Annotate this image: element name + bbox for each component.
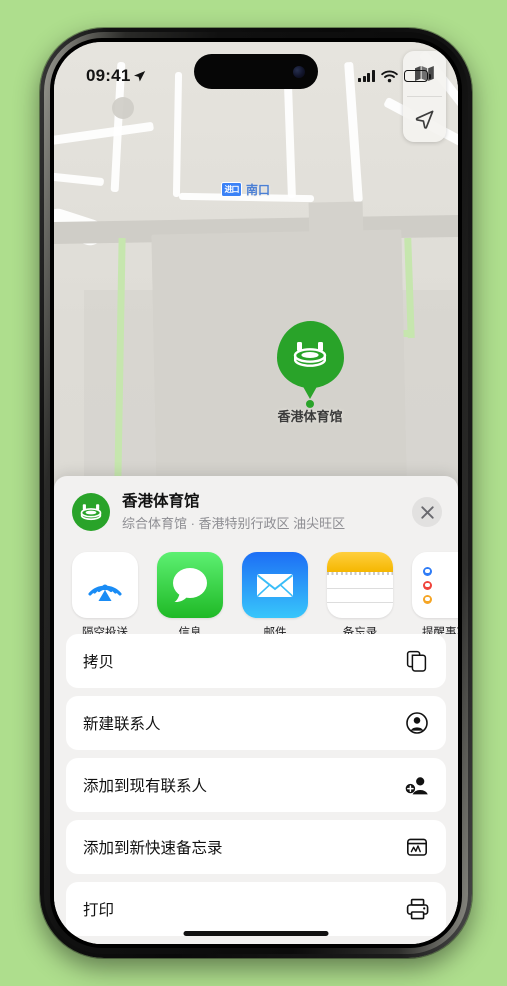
person-circle-icon: [405, 711, 429, 735]
quick-note-icon: [405, 835, 429, 859]
app-tile-reminders: [412, 552, 458, 619]
station-name-text: 南口: [246, 183, 271, 197]
share-sheet-title-column: 香港体育馆 综合体育馆 · 香港特别行政区 油尖旺区: [122, 492, 400, 532]
action-group-add-existing-contact: 添加到现有联系人: [66, 758, 446, 812]
notes-icon-rule: [327, 588, 393, 590]
map-station-label[interactable]: 进口 南口: [221, 181, 270, 198]
app-tile-messages: [157, 552, 223, 619]
action-row-print[interactable]: 打印: [66, 882, 446, 936]
mail-icon: [257, 574, 293, 598]
app-tile-notes: [327, 552, 393, 619]
app-label-messages: 信息: [178, 627, 202, 634]
share-app-row[interactable]: 隔空投送 信息 邮件 备忘录 提醒事: [54, 546, 458, 634]
airdrop-icon: [88, 584, 122, 602]
app-label-mail: 邮件: [263, 627, 287, 634]
station-badge-icon: 进口: [221, 182, 242, 197]
share-sheet-title: 香港体育馆: [122, 493, 200, 510]
share-action-list: 拷贝 新建联系人 添加到现有联系人 添加到新快速备忘录 打印: [54, 634, 458, 944]
map-pin-group[interactable]: 香港体育馆: [270, 321, 350, 424]
phone-frame: 进口 南口 香港体育馆 09:41 香港体育馆 综合体育馆 · 香港特别行政区 …: [40, 28, 472, 958]
printer-icon: [405, 897, 429, 921]
close-icon: [420, 506, 434, 519]
app-tile-airdrop: [72, 552, 138, 619]
action-group-new-contact: 新建联系人: [66, 696, 446, 750]
action-group-print: 打印: [66, 882, 446, 936]
action-row-copy[interactable]: 拷贝: [66, 634, 446, 688]
venue-stadium-icon: [72, 493, 110, 532]
reminders-dot-red: [423, 580, 432, 590]
home-indicator[interactable]: [183, 931, 329, 936]
share-app-airdrop[interactable]: 隔空投送: [72, 552, 138, 634]
reminders-dot-orange: [423, 594, 432, 604]
action-group-new-quick-note: 添加到新快速备忘录: [66, 820, 446, 874]
stadium-icon: [293, 341, 327, 367]
action-label-copy: 拷贝: [83, 654, 115, 671]
reminders-dot-blue: [423, 566, 432, 576]
share-sheet-subtitle: 综合体育馆 · 香港特别行政区 油尖旺区: [122, 516, 346, 532]
navigation-arrow-icon: [415, 110, 434, 129]
phone-inner-bezel: 进口 南口 香港体育馆 09:41 香港体育馆 综合体育馆 · 香港特别行政区 …: [50, 38, 462, 948]
locate-me-button[interactable]: [403, 97, 446, 142]
app-label-reminders: 提醒事项: [422, 627, 458, 634]
app-label-airdrop: 隔空投送: [82, 627, 128, 634]
front-camera-icon: [293, 65, 305, 78]
status-time-group: 09:41: [86, 66, 146, 86]
battery-icon: [404, 70, 431, 82]
action-row-new-quick-note[interactable]: 添加到新快速备忘录: [66, 820, 446, 874]
copy-icon: [405, 649, 429, 673]
dynamic-island: [194, 54, 318, 89]
location-arrow-icon: [134, 70, 146, 81]
share-sheet: 香港体育馆 综合体育馆 · 香港特别行政区 油尖旺区 隔空投送 信息 邮件 备忘…: [54, 476, 458, 944]
action-group-copy: 拷贝: [66, 634, 446, 688]
map-road: [284, 85, 296, 199]
messages-icon: [173, 568, 207, 603]
action-label-new-contact: 新建联系人: [83, 716, 161, 733]
notes-icon-rule: [327, 602, 393, 604]
action-row-add-existing-contact[interactable]: 添加到现有联系人: [66, 758, 446, 812]
app-tile-mail: [242, 552, 308, 619]
phone-screen: 进口 南口 香港体育馆 09:41 香港体育馆 综合体育馆 · 香港特别行政区 …: [54, 42, 458, 944]
map-road: [54, 121, 155, 148]
map-roundabout: [112, 97, 134, 119]
map-road: [54, 169, 105, 187]
action-label-print: 打印: [83, 902, 115, 919]
close-button[interactable]: [412, 497, 442, 528]
share-app-mail[interactable]: 邮件: [242, 552, 308, 634]
share-app-notes[interactable]: 备忘录: [327, 552, 393, 634]
app-label-notes: 备忘录: [342, 627, 378, 634]
map-pin-marker[interactable]: [276, 321, 344, 388]
share-app-reminders[interactable]: 提醒事项: [412, 552, 458, 634]
map-pin-label: 香港体育馆: [277, 409, 343, 424]
status-time: 09:41: [86, 66, 131, 85]
action-label-add-existing-contact: 添加到现有联系人: [83, 778, 208, 795]
action-label-new-quick-note: 添加到新快速备忘录: [83, 840, 223, 857]
notes-icon-perforation: [327, 572, 393, 576]
cellular-signal-icon: [358, 70, 375, 82]
share-sheet-header: 香港体育馆 综合体育馆 · 香港特别行政区 油尖旺区: [54, 476, 458, 546]
person-add-icon: [405, 773, 429, 797]
stadium-icon: [80, 503, 102, 520]
wifi-icon: [381, 69, 398, 82]
status-indicators: [358, 69, 431, 83]
notes-icon-header: [327, 552, 393, 573]
action-row-new-contact[interactable]: 新建联系人: [66, 696, 446, 750]
share-app-messages[interactable]: 信息: [157, 552, 223, 634]
